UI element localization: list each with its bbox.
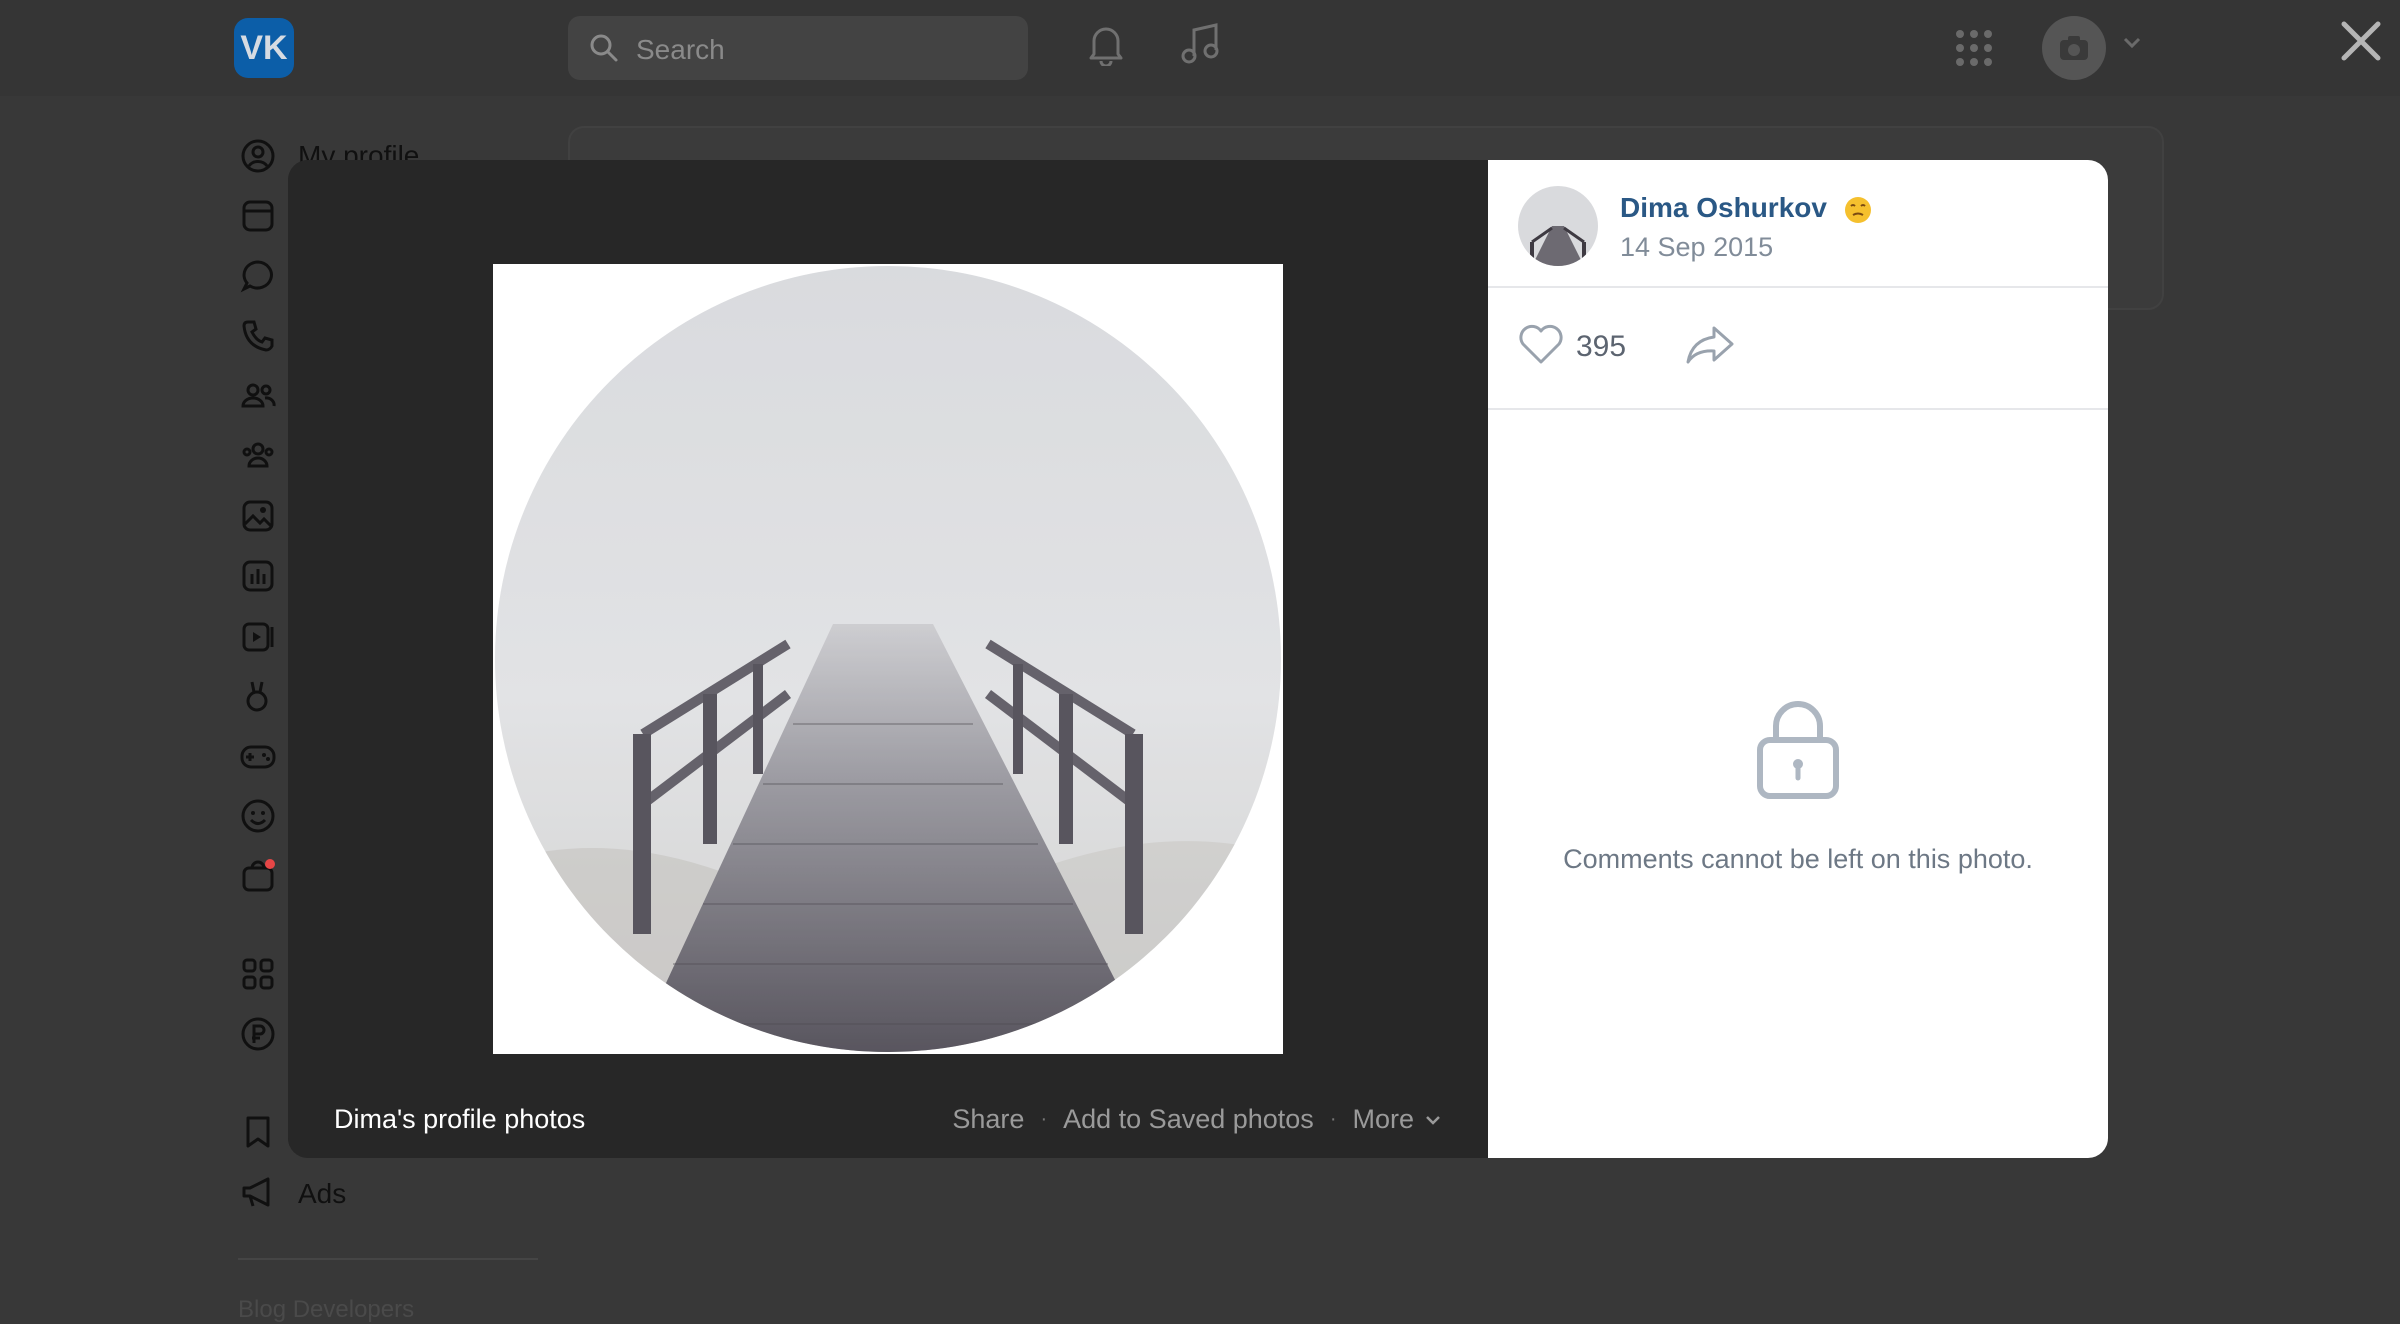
vk-pay-icon[interactable] [240,1016,276,1052]
reactions-bar: 395 [1488,288,2108,410]
photo-info-panel: Dima Oshurkov 14 Sep 2015 395 Comments c… [1488,160,2108,1158]
user-circle-icon[interactable] [240,138,276,174]
chevron-down-icon [1426,1115,1440,1125]
games-icon[interactable] [240,738,276,774]
heart-icon[interactable] [1516,322,1566,366]
more-label: More [1352,1104,1414,1134]
photo-actions-bar: Dima's profile photos Share · Add to Sav… [288,1088,1488,1158]
author-name-link[interactable]: Dima Oshurkov [1620,192,1873,225]
market-icon[interactable] [240,858,276,894]
communities-icon[interactable] [240,438,276,474]
vk-logo[interactable]: VK [234,18,294,78]
separator-dot: · [1329,1108,1337,1130]
lock-icon [1757,701,1839,799]
footer-links[interactable]: Blog Developers [238,1296,414,1324]
close-icon[interactable] [2338,18,2384,64]
music-icon[interactable] [240,558,276,594]
album-title-link[interactable]: Dima's profile photos [334,1104,585,1135]
video-icon[interactable] [240,618,276,654]
messages-icon[interactable] [240,258,276,294]
share-arrow-icon[interactable] [1684,324,1736,366]
apps-grid-icon[interactable] [1954,28,1994,68]
add-to-saved-link[interactable]: Add to Saved photos [1063,1104,1314,1135]
likes-count[interactable]: 395 [1576,330,1626,364]
post-date: 14 Sep 2015 [1620,232,1774,262]
sidebar-item-label[interactable]: Ads [298,1178,346,1210]
photo-viewer-modal: Dima's profile photos Share · Add to Sav… [288,160,2108,1158]
camera-icon [2060,36,2088,60]
photo[interactable] [493,264,1283,1054]
author-name: Dima Oshurkov [1620,192,1827,223]
calls-icon[interactable] [240,318,276,354]
chevron-down-icon[interactable] [2122,36,2142,50]
bell-icon[interactable] [1086,22,1126,66]
services-icon[interactable] [240,956,276,992]
author-header: Dima Oshurkov 14 Sep 2015 [1488,160,2108,288]
comments-disabled-message: Comments cannot be left on this photo. [1563,844,2033,874]
divider [238,1258,538,1260]
author-avatar[interactable] [1518,186,1598,266]
ads-icon[interactable] [240,1174,276,1210]
news-icon[interactable] [240,198,276,234]
top-bar: VK Search [0,0,2400,96]
bookmarks-icon[interactable] [240,1114,276,1150]
stickers-icon[interactable] [240,798,276,834]
photo-actions: Share · Add to Saved photos · More [952,1104,1442,1135]
more-menu-button[interactable]: More [1352,1104,1442,1135]
separator-dot: · [1040,1108,1048,1130]
search-field[interactable]: Search [568,16,1028,80]
search-icon [590,34,618,62]
photo-pane: Dima's profile photos Share · Add to Sav… [288,160,1488,1158]
foggy-pier-photo [495,266,1281,1052]
music-icon[interactable] [1180,22,1222,66]
avatar-image [1518,186,1598,266]
photos-icon[interactable] [240,498,276,534]
search-placeholder: Search [636,34,725,65]
clips-icon[interactable] [240,678,276,714]
emoji-status-icon [1844,196,1871,223]
friends-icon[interactable] [240,378,276,414]
share-link[interactable]: Share [952,1104,1024,1135]
user-avatar[interactable] [2042,16,2106,80]
